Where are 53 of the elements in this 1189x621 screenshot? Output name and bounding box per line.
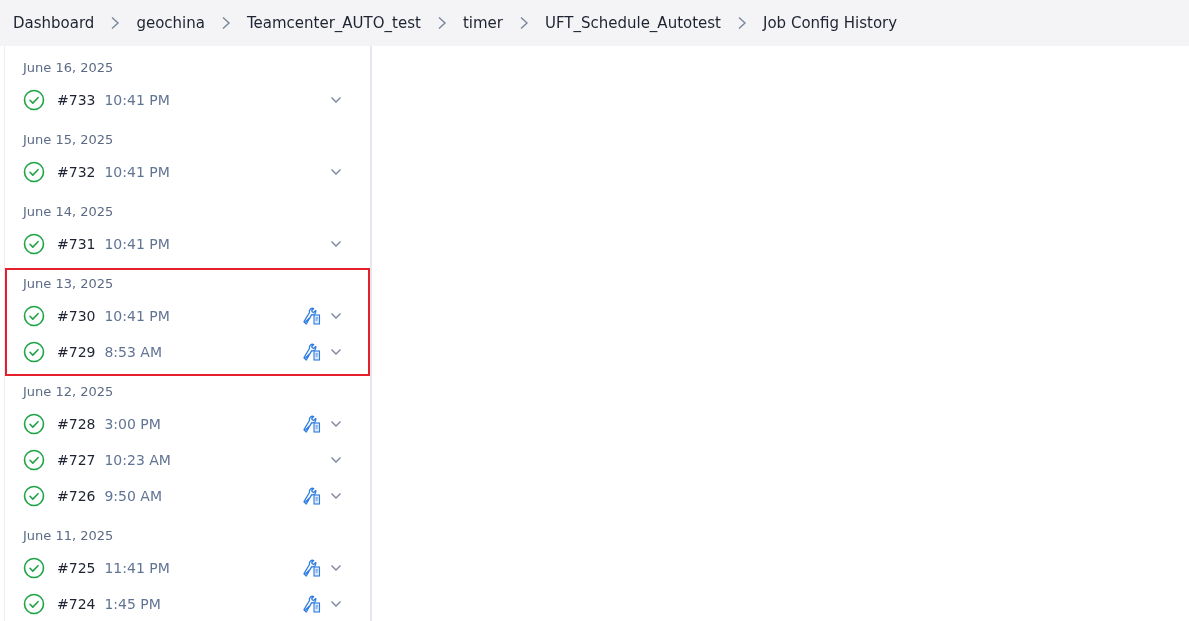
build-number[interactable]: #726 <box>57 488 96 504</box>
chevron-down-icon[interactable] <box>330 456 342 464</box>
build-time: 10:41 PM <box>104 236 171 252</box>
build-time: 10:41 PM <box>104 308 171 324</box>
chevron-down-icon[interactable] <box>330 168 342 176</box>
chevron-right-icon <box>110 16 121 30</box>
build-time: 8:53 AM <box>104 344 163 360</box>
wrench-document-icon[interactable] <box>303 487 321 505</box>
build-time: 9:50 AM <box>104 488 163 504</box>
wrench-document-icon[interactable] <box>303 595 321 613</box>
chevron-down-icon[interactable] <box>330 312 342 320</box>
date-heading: June 12, 2025 <box>23 383 115 401</box>
chevron-right-icon <box>436 16 447 30</box>
wrench-document-icon[interactable] <box>303 559 321 577</box>
breadcrumb-link[interactable]: Dashboard <box>13 14 95 32</box>
chevron-right-icon <box>518 16 529 30</box>
date-heading: June 11, 2025 <box>23 527 115 545</box>
date-heading: June 13, 2025 <box>23 275 115 293</box>
chevron-down-icon[interactable] <box>330 240 342 248</box>
breadcrumb-link[interactable]: timer <box>462 14 503 32</box>
breadcrumb-link[interactable]: geochina <box>136 14 205 32</box>
chevron-down-icon[interactable] <box>330 420 342 428</box>
date-heading: June 15, 2025 <box>23 131 115 149</box>
build-number[interactable]: #732 <box>57 164 96 180</box>
chevron-down-icon[interactable] <box>330 492 342 500</box>
build-number[interactable]: #730 <box>57 308 96 324</box>
build-number[interactable]: #727 <box>57 452 96 468</box>
wrench-document-icon[interactable] <box>303 343 321 361</box>
wrench-document-icon[interactable] <box>303 307 321 325</box>
chevron-right-icon <box>220 16 231 30</box>
build-number[interactable]: #731 <box>57 236 96 252</box>
build-time: 10:23 AM <box>104 452 172 468</box>
build-time: 11:41 PM <box>104 560 171 576</box>
date-heading: June 16, 2025 <box>23 59 115 77</box>
chevron-down-icon[interactable] <box>330 564 342 572</box>
date-heading: June 14, 2025 <box>23 203 115 221</box>
chevron-down-icon[interactable] <box>330 348 342 356</box>
build-time: 10:41 PM <box>104 92 171 108</box>
wrench-document-icon[interactable] <box>303 415 321 433</box>
chevron-right-icon <box>737 16 747 30</box>
breadcrumb-link[interactable]: UFT_Schedule_Autotest <box>544 14 721 32</box>
build-number[interactable]: #733 <box>57 92 96 108</box>
build-number[interactable]: #724 <box>57 596 96 612</box>
build-time: 10:41 PM <box>104 164 171 180</box>
build-time: 1:45 PM <box>104 596 162 612</box>
build-time: 3:00 PM <box>104 416 162 432</box>
build-number[interactable]: #725 <box>57 560 96 576</box>
chevron-down-icon[interactable] <box>330 600 342 608</box>
build-number[interactable]: #728 <box>57 416 96 432</box>
breadcrumb-link[interactable]: Teamcenter_AUTO_test <box>246 14 421 32</box>
breadcrumb-link[interactable]: Job Config History <box>763 14 898 32</box>
chevron-down-icon[interactable] <box>330 96 342 104</box>
build-number[interactable]: #729 <box>57 344 96 360</box>
